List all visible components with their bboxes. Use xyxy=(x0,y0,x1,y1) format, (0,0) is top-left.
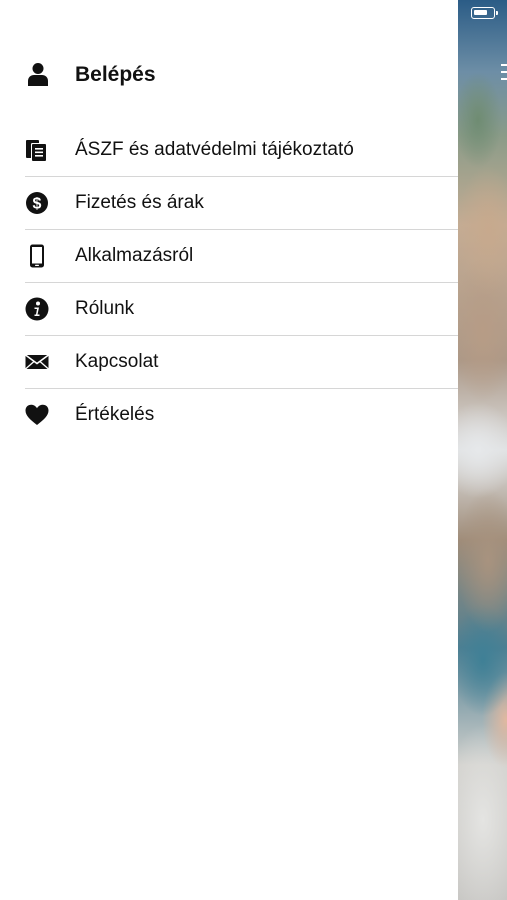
hamburger-menu-icon[interactable] xyxy=(501,62,507,82)
side-drawer: Belépés ÁSZF és adatvédelmi tájékoztató xyxy=(0,0,458,900)
menu-item-label: Fizetés és árak xyxy=(75,192,204,213)
documents-icon xyxy=(25,138,49,162)
drawer-menu: ÁSZF és adatvédelmi tájékoztató $ Fizeté… xyxy=(0,124,458,442)
menu-item-label: Alkalmazásról xyxy=(75,245,194,266)
info-circle-icon xyxy=(25,297,49,321)
background-app-screen[interactable] xyxy=(458,0,507,900)
dollar-circle-icon: $ xyxy=(25,191,49,215)
battery-icon xyxy=(471,7,498,19)
menu-item-label: Értékelés xyxy=(75,404,155,425)
menu-item-terms[interactable]: ÁSZF és adatvédelmi tájékoztató xyxy=(25,124,458,177)
login-label: Belépés xyxy=(75,63,156,86)
menu-item-about-us[interactable]: Rólunk xyxy=(25,283,458,336)
svg-text:$: $ xyxy=(33,196,42,213)
heart-icon xyxy=(25,403,49,427)
login-item[interactable]: Belépés xyxy=(0,52,458,96)
menu-item-contact[interactable]: Kapcsolat xyxy=(25,336,458,389)
menu-item-label: ÁSZF és adatvédelmi tájékoztató xyxy=(75,139,354,160)
user-icon xyxy=(26,62,50,86)
envelope-icon xyxy=(25,350,49,374)
menu-item-label: Kapcsolat xyxy=(75,351,159,372)
menu-item-rating[interactable]: Értékelés xyxy=(25,389,458,442)
menu-item-payment[interactable]: $ Fizetés és árak xyxy=(25,177,458,230)
menu-item-label: Rólunk xyxy=(75,298,135,319)
mobile-phone-icon xyxy=(25,244,49,268)
menu-item-about-app[interactable]: Alkalmazásról xyxy=(25,230,458,283)
